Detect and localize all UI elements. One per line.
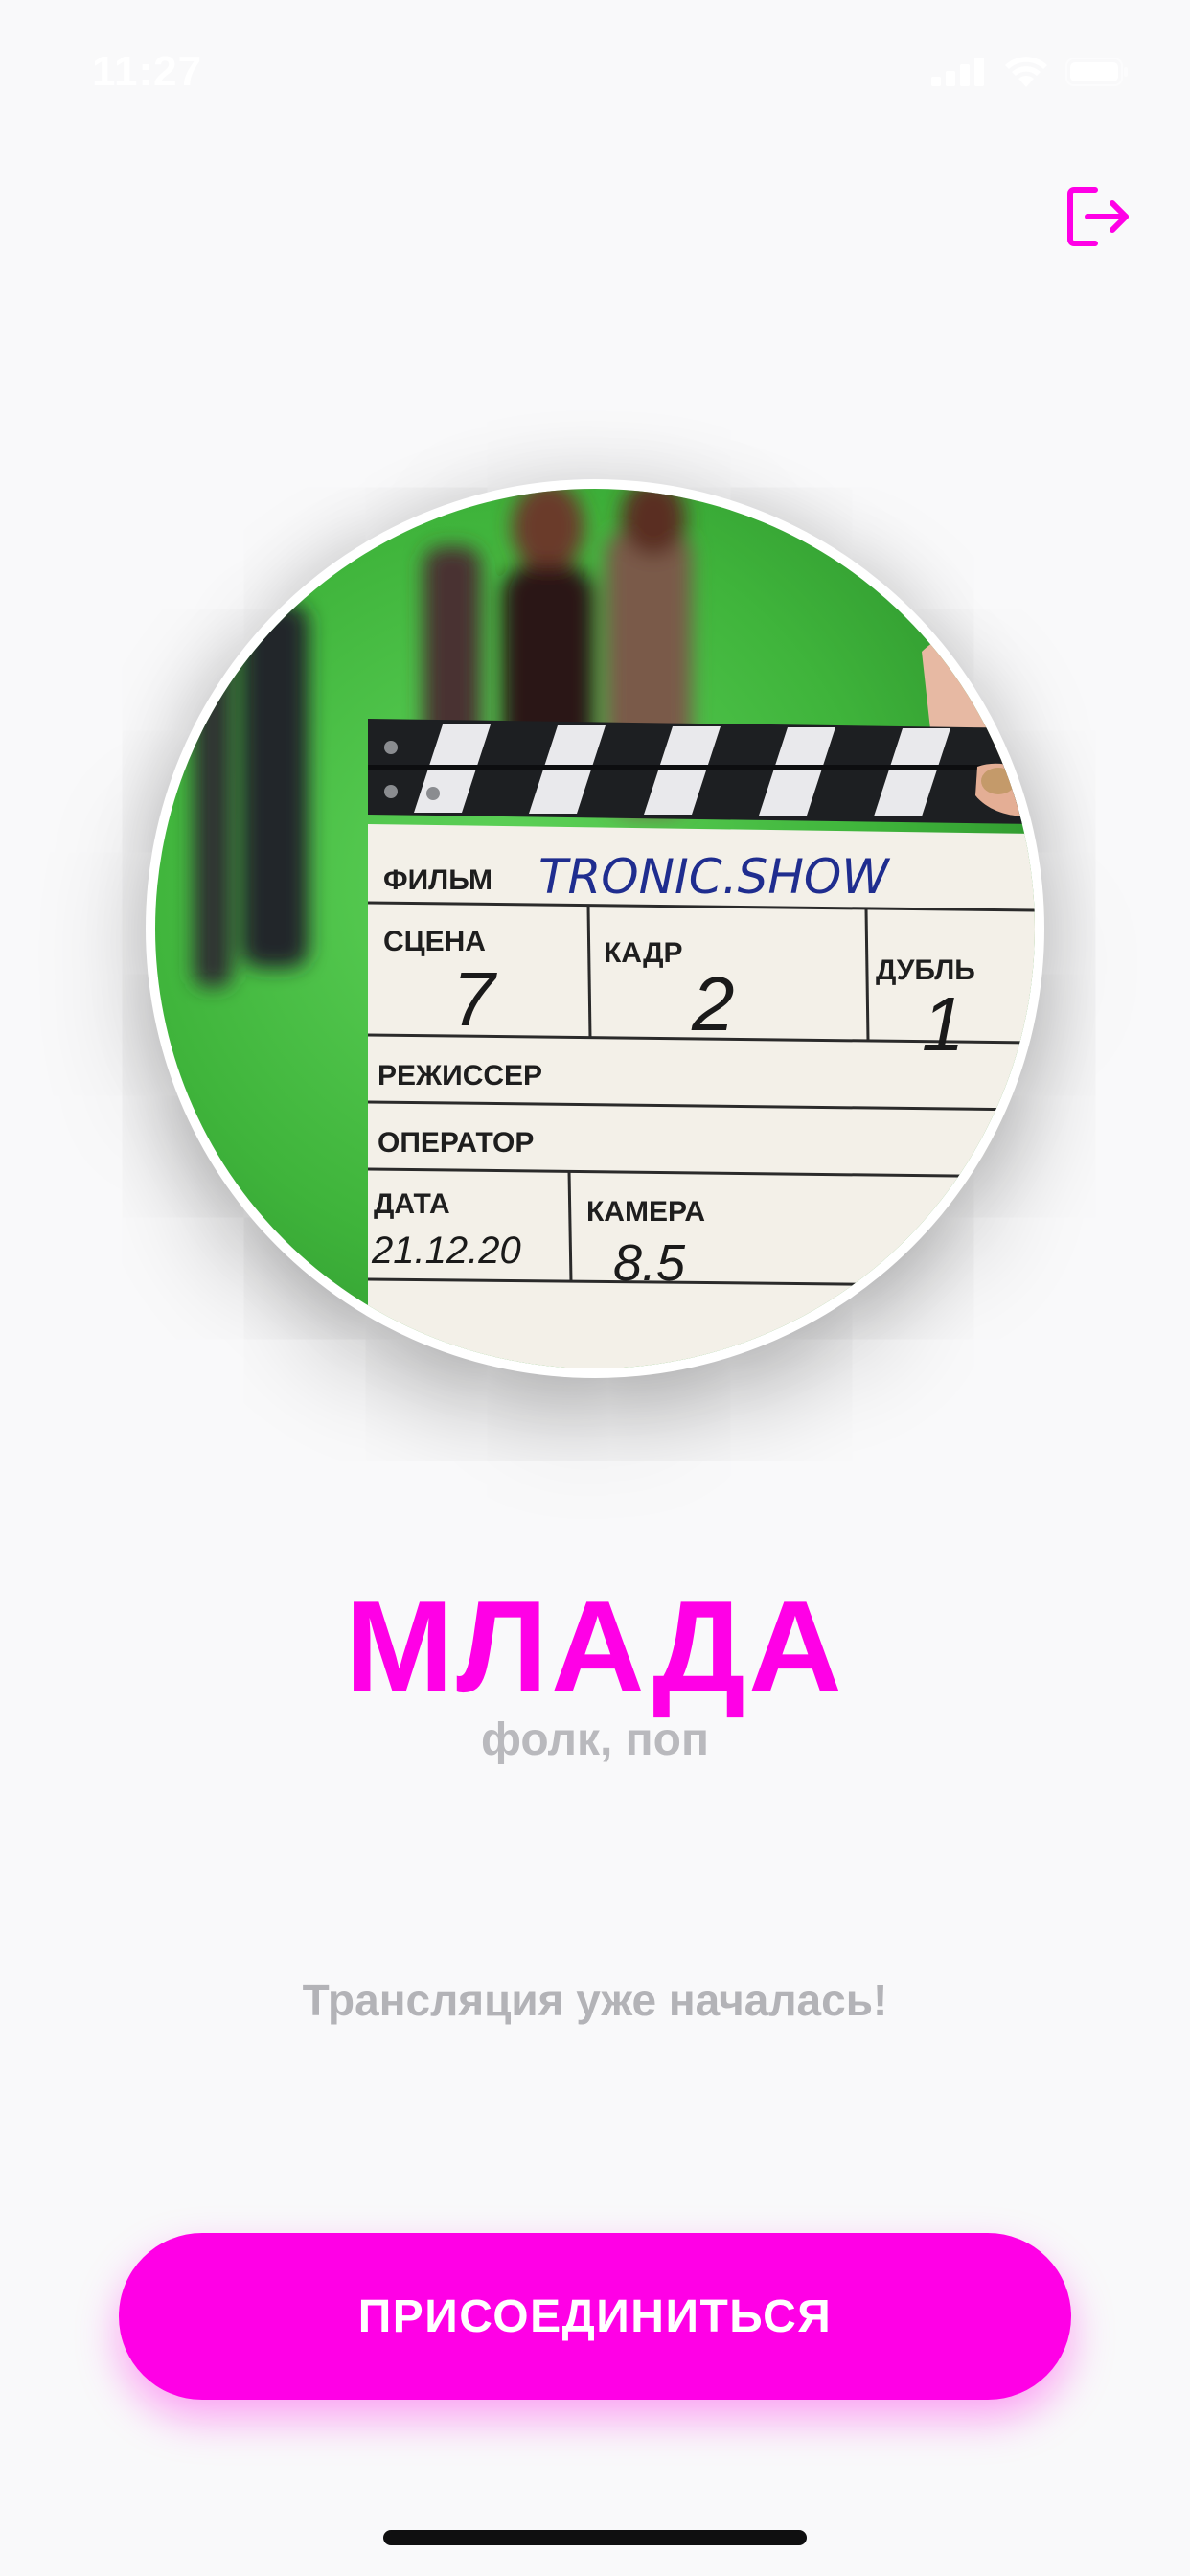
slate-film-label: ФИЛЬМ (383, 864, 492, 896)
slate-director-label: РЕЖИССЕР (378, 1060, 542, 1092)
slate-take-value: 1 (922, 981, 965, 1067)
slate-camera-value: 8.5 (613, 1234, 686, 1292)
status-bar: 11:27 (0, 0, 1190, 134)
slate-shot-value: 2 (691, 961, 735, 1046)
slate-film-value: TRONIC.SHOW (538, 849, 890, 905)
join-button[interactable]: ПРИСОЕДИНИТЬСЯ (119, 2233, 1071, 2400)
wifi-icon (1004, 56, 1048, 93)
battery-icon (1065, 58, 1129, 91)
status-time: 11:27 (92, 48, 203, 95)
slate-scene-label: СЦЕНА (383, 926, 486, 957)
logout-button[interactable] (1058, 180, 1140, 257)
artist-name: МЛАДА (344, 1574, 846, 1719)
clapper-slate: ФИЛЬМ TRONIC.SHOW СЦЕНА 7 КАДР 2 ДУБЛЬ 1… (367, 824, 1035, 1368)
artist-photo: ФИЛЬМ TRONIC.SHOW СЦЕНА 7 КАДР 2 ДУБЛЬ 1… (155, 489, 1035, 1368)
slate-scene-value: 7 (452, 956, 497, 1042)
slate-date-value: 21.12.20 (371, 1230, 521, 1272)
slate-camera-label: КАМЕРА (586, 1196, 705, 1228)
artist-avatar: ФИЛЬМ TRONIC.SHOW СЦЕНА 7 КАДР 2 ДУБЛЬ 1… (146, 479, 1044, 1378)
clapper-stick (368, 719, 1035, 824)
slate-operator-label: ОПЕРАТОР (378, 1127, 534, 1159)
logout-icon (1064, 184, 1133, 254)
broadcast-status-text: Трансляция уже началась! (302, 1975, 888, 2025)
home-indicator[interactable] (383, 2530, 807, 2545)
artist-genre: фолк, поп (481, 1714, 709, 1765)
join-button-label: ПРИСОЕДИНИТЬСЯ (357, 2290, 833, 2342)
slate-date-label: ДАТА (374, 1188, 450, 1220)
status-icons (931, 56, 1129, 93)
signal-icon (931, 58, 987, 91)
slate-shot-label: КАДР (604, 937, 682, 969)
